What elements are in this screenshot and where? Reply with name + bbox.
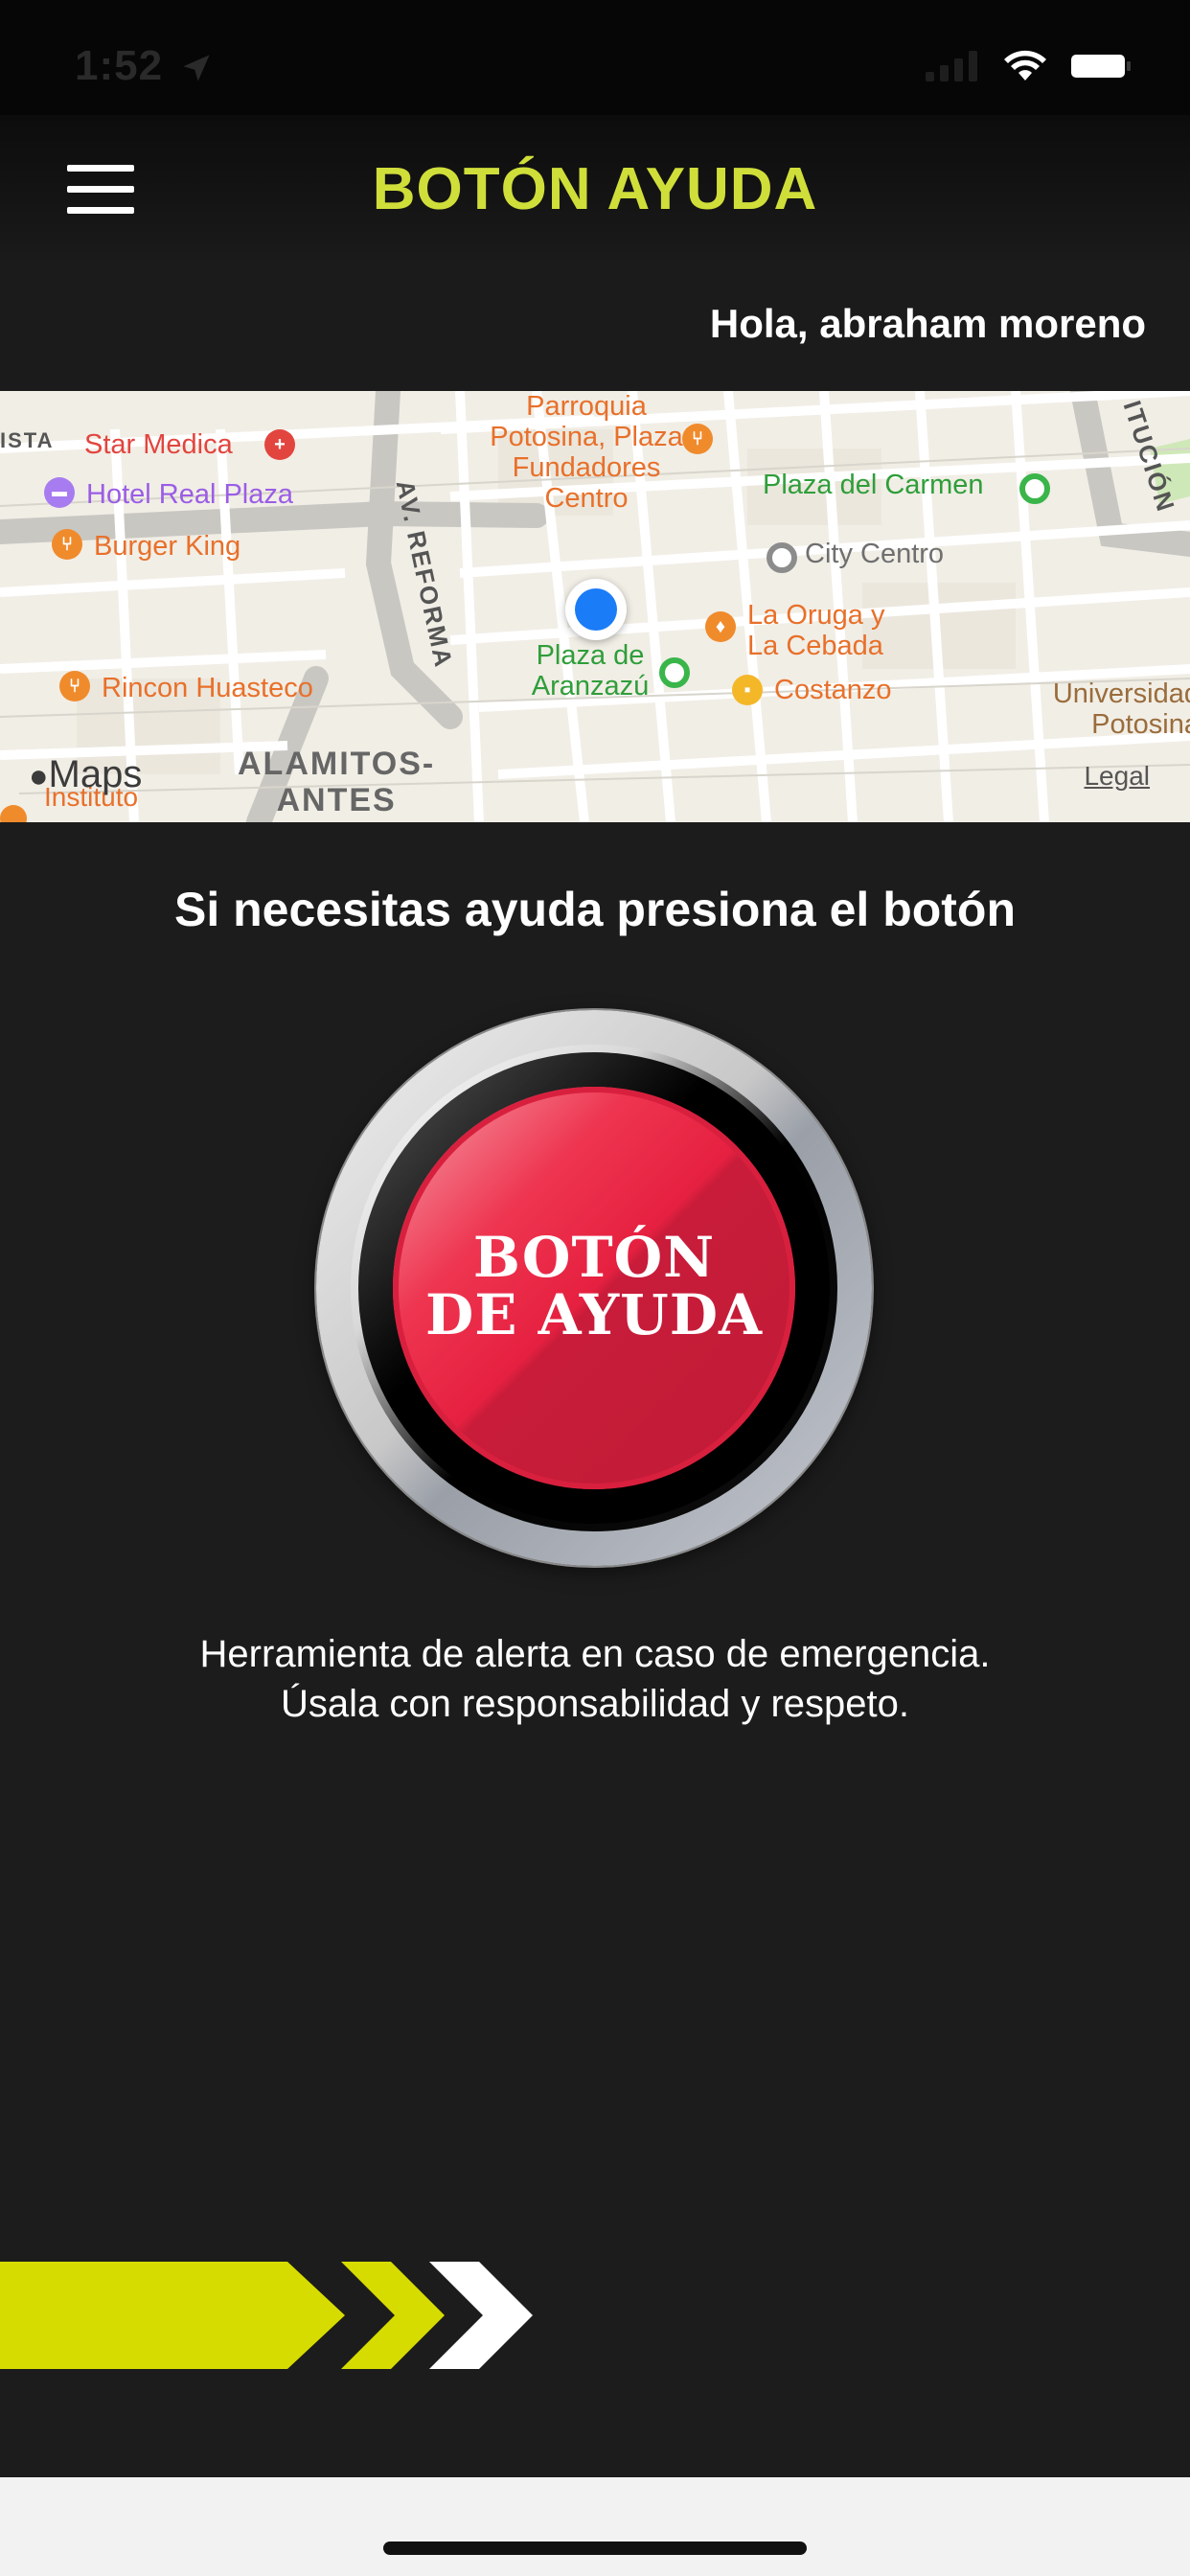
poi-hotel-real-plaza[interactable]: Hotel Real Plaza bbox=[86, 479, 293, 510]
restaurant-icon: ⑂ bbox=[59, 671, 90, 702]
app-header: BOTÓN AYUDA bbox=[0, 115, 1190, 259]
restaurant-icon: ⑂ bbox=[52, 529, 82, 560]
restaurant-icon: ⑂ bbox=[682, 424, 713, 454]
poi-parroquia[interactable]: Parroquia Potosina, Plaza Fundadores Cen… bbox=[452, 391, 721, 514]
location-map[interactable]: ISTA Star Medica + ▬ Hotel Real Plaza ⑂ … bbox=[0, 391, 1190, 822]
poi-star-medica[interactable]: Star Medica bbox=[84, 429, 233, 460]
park-icon bbox=[1019, 473, 1050, 504]
apple-icon: ● bbox=[29, 758, 49, 794]
home-indicator[interactable] bbox=[383, 2542, 807, 2555]
wifi-icon bbox=[1004, 50, 1046, 80]
place-icon bbox=[767, 542, 797, 573]
chevron-arrows-icon bbox=[0, 2262, 533, 2369]
shop-icon: ▪ bbox=[732, 675, 763, 705]
location-arrow-icon bbox=[183, 55, 210, 81]
street-alamitos: ALAMITOS- ANTES bbox=[238, 746, 436, 818]
status-indicators bbox=[926, 50, 1133, 82]
legal-link[interactable]: Legal bbox=[1084, 761, 1150, 792]
user-greeting: Hola, abraham moreno bbox=[709, 301, 1146, 346]
battery-icon bbox=[1071, 55, 1131, 78]
home-area bbox=[0, 2477, 1190, 2576]
app-screen: 1:52 BOTÓN AYUDA Hola, abraham moreno IS… bbox=[0, 0, 1190, 2576]
poi-plaza-del-carmen[interactable]: Plaza del Carmen bbox=[763, 470, 984, 500]
status-bar: 1:52 bbox=[0, 0, 1190, 134]
poi-rincon-huasteco[interactable]: Rincon Huasteco bbox=[102, 673, 313, 703]
status-time: 1:52 bbox=[75, 42, 164, 89]
poi-burger-king[interactable]: Burger King bbox=[94, 531, 240, 562]
disclaimer-text: Herramienta de alerta en caso de emergen… bbox=[199, 1633, 991, 1725]
poi-universidad-potosina[interactable]: Universidad Potosina bbox=[1027, 678, 1190, 740]
help-button-label: BOTÓN DE AYUDA bbox=[424, 1225, 764, 1347]
help-button[interactable]: BOTÓN DE AYUDA bbox=[316, 1010, 872, 1566]
help-button-face: BOTÓN DE AYUDA bbox=[393, 1087, 795, 1489]
apple-maps-logo: ●Maps bbox=[29, 753, 143, 795]
page-title: BOTÓN AYUDA bbox=[372, 156, 818, 222]
user-location-marker bbox=[565, 579, 627, 640]
hospital-icon: + bbox=[264, 429, 295, 460]
park-icon bbox=[659, 657, 690, 688]
poi-city-centro[interactable]: City Centro bbox=[805, 539, 944, 569]
poi-plaza-aranzazu[interactable]: Plaza de Aranzazú bbox=[514, 640, 667, 702]
poi-costanzo[interactable]: Costanzo bbox=[774, 675, 892, 705]
greeting-bar: Hola, abraham moreno bbox=[0, 259, 1190, 391]
poi-la-oruga[interactable]: La Oruga y La Cebada bbox=[747, 600, 884, 661]
signal-icon bbox=[926, 51, 977, 81]
bar-icon: ♦ bbox=[705, 611, 736, 642]
street-label: ISTA bbox=[0, 428, 55, 452]
hotel-icon: ▬ bbox=[44, 477, 75, 508]
help-prompt: Si necesitas ayuda presiona el botón bbox=[173, 883, 1017, 936]
